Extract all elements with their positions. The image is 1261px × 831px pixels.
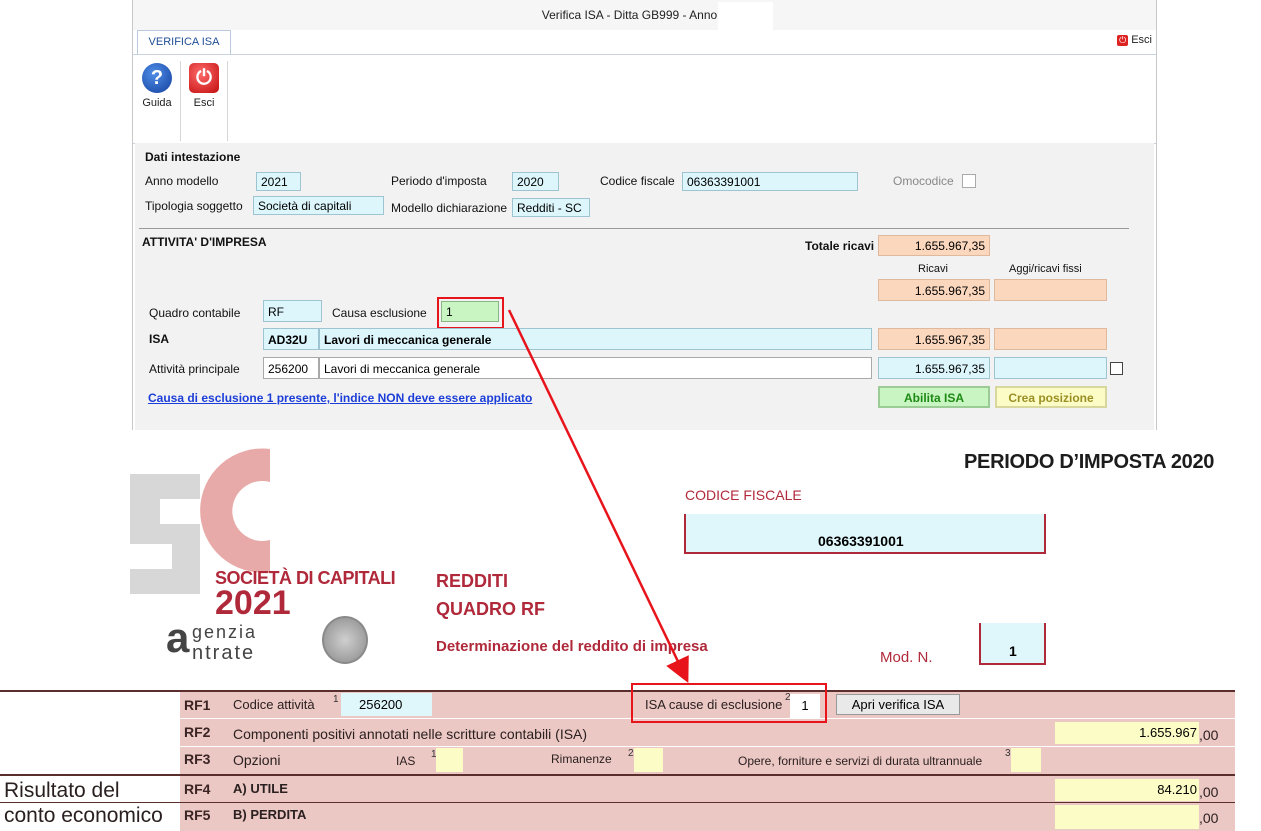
red-arrow: [507, 309, 689, 684]
